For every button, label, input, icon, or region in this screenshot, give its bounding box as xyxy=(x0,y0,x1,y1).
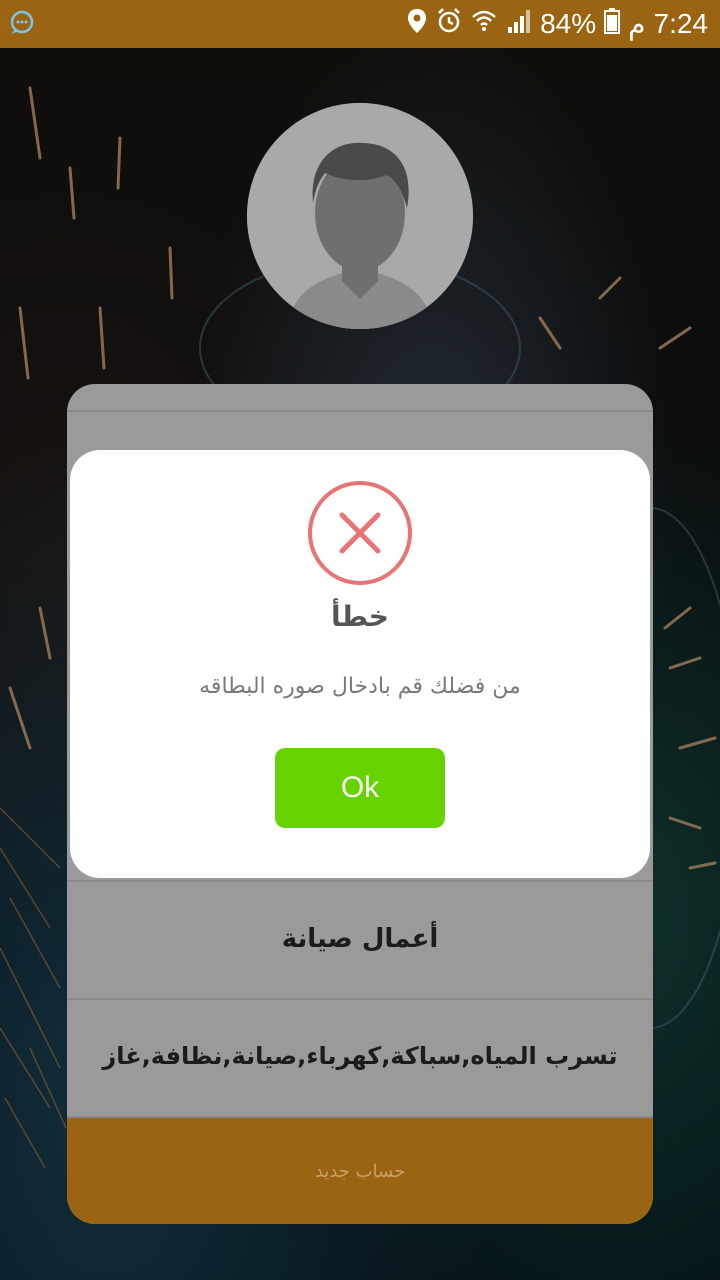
card-divider xyxy=(67,998,653,1000)
location-pin-icon xyxy=(406,7,428,42)
clock-time: 7:24 xyxy=(653,8,709,39)
wifi-icon xyxy=(470,7,498,42)
service-category[interactable]: أعمال صيانة xyxy=(67,924,653,954)
chat-bubble-icon xyxy=(8,8,36,40)
default-avatar-icon xyxy=(247,103,473,329)
error-dialog: خطأ من فضلك قم بادخال صوره البطاقه Ok xyxy=(70,450,650,878)
service-list[interactable]: تسرب المياه,سباكة,كهرباء,صيانة,نظافة,غاز xyxy=(67,1042,653,1070)
ok-button[interactable]: Ok xyxy=(275,748,445,828)
am-pm-label: م xyxy=(628,8,646,40)
profile-avatar[interactable] xyxy=(247,103,473,329)
dialog-message: من فضلك قم بادخال صوره البطاقه xyxy=(199,674,521,699)
new-account-button[interactable]: حساب جديد xyxy=(67,1118,653,1224)
battery-percent: 84% xyxy=(540,8,597,39)
card-divider xyxy=(67,410,653,412)
signal-icon xyxy=(506,7,532,42)
status-bar: 84% م 7:24 xyxy=(0,0,720,48)
card-divider xyxy=(67,880,653,882)
dialog-title: خطأ xyxy=(331,600,389,633)
alarm-icon xyxy=(436,7,462,42)
battery-icon xyxy=(604,7,621,42)
error-x-icon xyxy=(307,480,413,586)
